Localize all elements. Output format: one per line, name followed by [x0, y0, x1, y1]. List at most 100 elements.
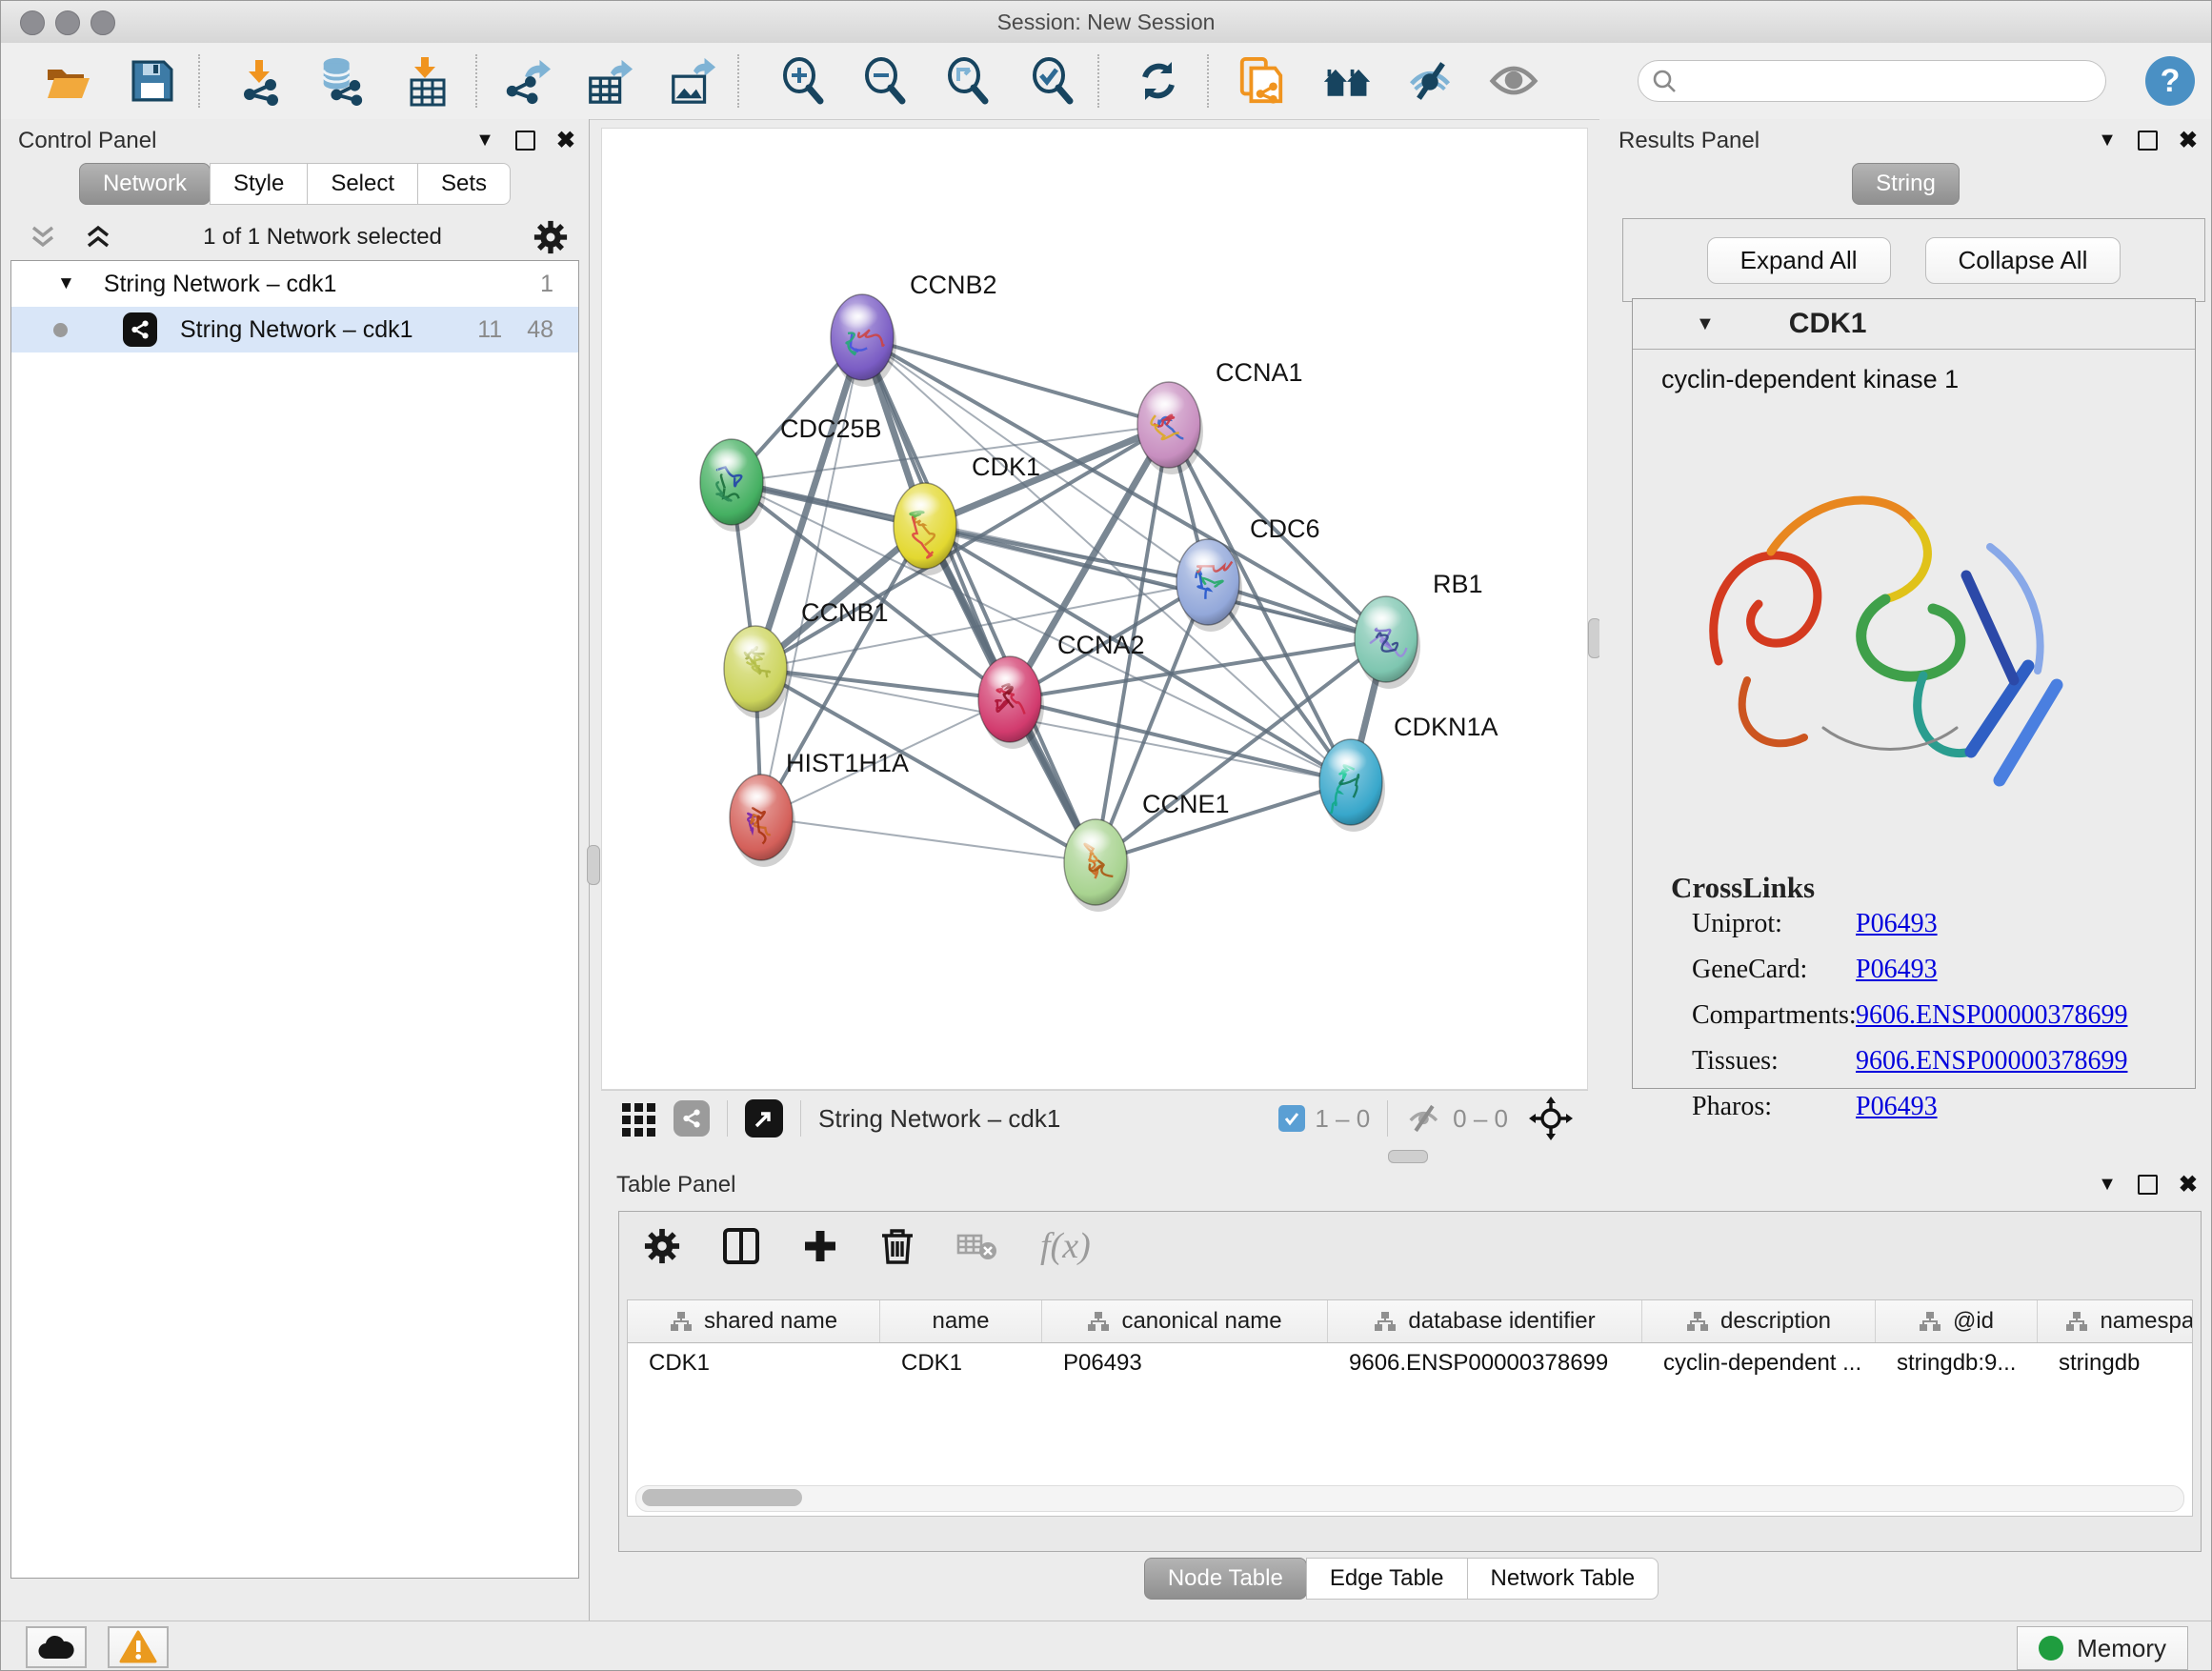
fit-selection-crosshair-icon[interactable]	[1529, 1097, 1573, 1140]
table-horizontal-scrollbar[interactable]	[635, 1485, 2184, 1512]
network-options-gear-icon[interactable]	[533, 220, 568, 254]
tab-network-table[interactable]: Network Table	[1467, 1558, 1659, 1600]
crosslink-tissues-link[interactable]: 9606.ENSP00000378699	[1856, 1046, 2127, 1077]
tab-network[interactable]: Network	[79, 163, 211, 205]
delete-column-icon[interactable]	[880, 1227, 915, 1265]
panel-menu-icon[interactable]: ▼	[2098, 130, 2117, 151]
collapse-all-button[interactable]: Collapse All	[1925, 237, 2122, 284]
column-label: canonical name	[1121, 1308, 1281, 1335]
function-builder-icon-disabled: f(x)	[1040, 1225, 1091, 1267]
network-collection-row[interactable]: ▼ String Network – cdk1 1	[11, 261, 578, 307]
import-network-file-button[interactable]	[236, 56, 286, 106]
column-header-id[interactable]: @id	[1876, 1300, 2038, 1342]
grid-view-icon[interactable]	[620, 1099, 658, 1137]
vertical-splitter-handle[interactable]	[587, 845, 600, 885]
open-session-button[interactable]	[43, 56, 92, 106]
entry-gene-name: CDK1	[1789, 308, 1867, 340]
cell-namespace[interactable]: stringdb	[2038, 1350, 2193, 1377]
toolbar-separator	[1207, 54, 1209, 108]
save-session-button[interactable]	[128, 56, 177, 106]
zoom-out-button[interactable]	[860, 56, 910, 106]
cell-name[interactable]: CDK1	[880, 1350, 1042, 1377]
home-layout-button[interactable]	[1322, 56, 1372, 106]
refresh-icon	[1134, 56, 1183, 106]
control-panel-tabs: Network Style Select Sets	[1, 163, 589, 205]
warnings-button[interactable]	[108, 1626, 169, 1668]
show-columns-icon[interactable]	[722, 1227, 760, 1265]
column-header-description[interactable]: description	[1642, 1300, 1876, 1342]
show-all-button[interactable]	[1489, 56, 1538, 106]
tab-sets[interactable]: Sets	[417, 163, 511, 205]
column-header-namespace[interactable]: namespace	[2038, 1300, 2193, 1342]
hide-selected-button[interactable]	[1406, 56, 1456, 106]
export-network-button[interactable]	[501, 56, 551, 106]
zoom-selected-button[interactable]	[1028, 56, 1077, 106]
memory-status-button[interactable]: Memory	[2017, 1626, 2188, 1670]
zoom-in-button[interactable]	[778, 56, 828, 106]
panel-close-icon[interactable]: ✖	[2179, 1171, 2198, 1198]
search-field[interactable]	[1638, 60, 2106, 102]
homes-icon	[1322, 57, 1372, 105]
panel-float-icon[interactable]	[2138, 131, 2158, 151]
column-header-canonical-name[interactable]: canonical name	[1042, 1300, 1328, 1342]
column-header-name[interactable]: name	[880, 1300, 1042, 1342]
network-label: String Network – cdk1	[180, 316, 477, 344]
export-image-button[interactable]	[668, 56, 717, 106]
column-type-icon	[1374, 1311, 1397, 1332]
panel-close-icon[interactable]: ✖	[556, 127, 575, 154]
expand-all-networks-icon[interactable]	[85, 225, 111, 250]
tab-style[interactable]: Style	[210, 163, 308, 205]
crosslink-uniprot-link[interactable]: P06493	[1856, 909, 1938, 939]
add-column-icon[interactable]	[802, 1228, 838, 1264]
tab-node-table[interactable]: Node Table	[1144, 1558, 1307, 1600]
table-row[interactable]: CDK1 CDK1 P06493 9606.ENSP00000378699 cy…	[628, 1343, 2192, 1383]
collection-count: 1	[540, 271, 553, 298]
column-label: database identifier	[1408, 1308, 1595, 1335]
tree-expand-caret-icon[interactable]: ▼	[57, 273, 75, 294]
search-input[interactable]	[1684, 68, 2105, 94]
panel-float-icon[interactable]	[2138, 1175, 2158, 1195]
tab-string[interactable]: String	[1852, 163, 1960, 205]
column-label: description	[1720, 1308, 1831, 1335]
horizontal-splitter-handle[interactable]	[1388, 1150, 1428, 1163]
panel-menu-icon[interactable]: ▼	[475, 130, 494, 151]
column-header-database-identifier[interactable]: database identifier	[1328, 1300, 1642, 1342]
import-table-file-button[interactable]	[403, 56, 452, 106]
scrollbar-thumb[interactable]	[642, 1489, 802, 1506]
import-network-database-button[interactable]	[316, 56, 366, 106]
clone-network-button[interactable]	[1237, 56, 1286, 106]
table-toolbar: f(x)	[619, 1212, 2201, 1280]
tab-select[interactable]: Select	[307, 163, 418, 205]
hidden-node-edge-counts: 0 – 0	[1453, 1104, 1508, 1134]
collapse-all-networks-icon[interactable]	[30, 225, 56, 250]
selected-nodes-checkbox[interactable]	[1278, 1105, 1305, 1132]
entry-collapse-caret-icon[interactable]: ▼	[1696, 313, 1715, 335]
export-table-button[interactable]	[585, 56, 634, 106]
refresh-button[interactable]	[1134, 56, 1183, 106]
cell-description[interactable]: cyclin-dependent ...	[1642, 1350, 1876, 1377]
tab-edge-table[interactable]: Edge Table	[1306, 1558, 1468, 1600]
panel-menu-icon[interactable]: ▼	[2098, 1174, 2117, 1196]
network-collection-label: String Network – cdk1	[104, 271, 540, 298]
expand-all-button[interactable]: Expand All	[1707, 237, 1891, 284]
network-row-selected[interactable]: String Network – cdk1 11 48	[11, 307, 578, 352]
network-tree: ▼ String Network – cdk1 1 String Network…	[10, 260, 579, 1579]
panel-float-icon[interactable]	[515, 131, 535, 151]
network-canvas[interactable]: CCNB2CCNA1CDC25BCDK1CDC6RB1CCNB1CCNA2CDK…	[602, 129, 1587, 1089]
crosslink-compartments-link[interactable]: 9606.ENSP00000378699	[1856, 1000, 2127, 1031]
cell-id[interactable]: stringdb:9...	[1876, 1350, 2038, 1377]
detach-view-icon[interactable]	[745, 1099, 783, 1137]
table-options-gear-icon[interactable]	[644, 1228, 680, 1264]
cloud-services-button[interactable]	[26, 1626, 87, 1668]
cell-database-identifier[interactable]: 9606.ENSP00000378699	[1328, 1350, 1642, 1377]
cell-shared-name[interactable]: CDK1	[628, 1350, 880, 1377]
export-table-icon	[585, 55, 634, 107]
cell-canonical-name[interactable]: P06493	[1042, 1350, 1328, 1377]
panel-close-icon[interactable]: ✖	[2179, 127, 2198, 154]
crosslink-pharos-link[interactable]: P06493	[1856, 1092, 1938, 1122]
column-header-shared-name[interactable]: shared name	[628, 1300, 880, 1342]
birdseye-view-icon[interactable]	[674, 1100, 710, 1137]
crosslink-genecard-link[interactable]: P06493	[1856, 955, 1938, 985]
help-button[interactable]: ?	[2145, 56, 2195, 106]
zoom-fit-button[interactable]	[943, 56, 993, 106]
